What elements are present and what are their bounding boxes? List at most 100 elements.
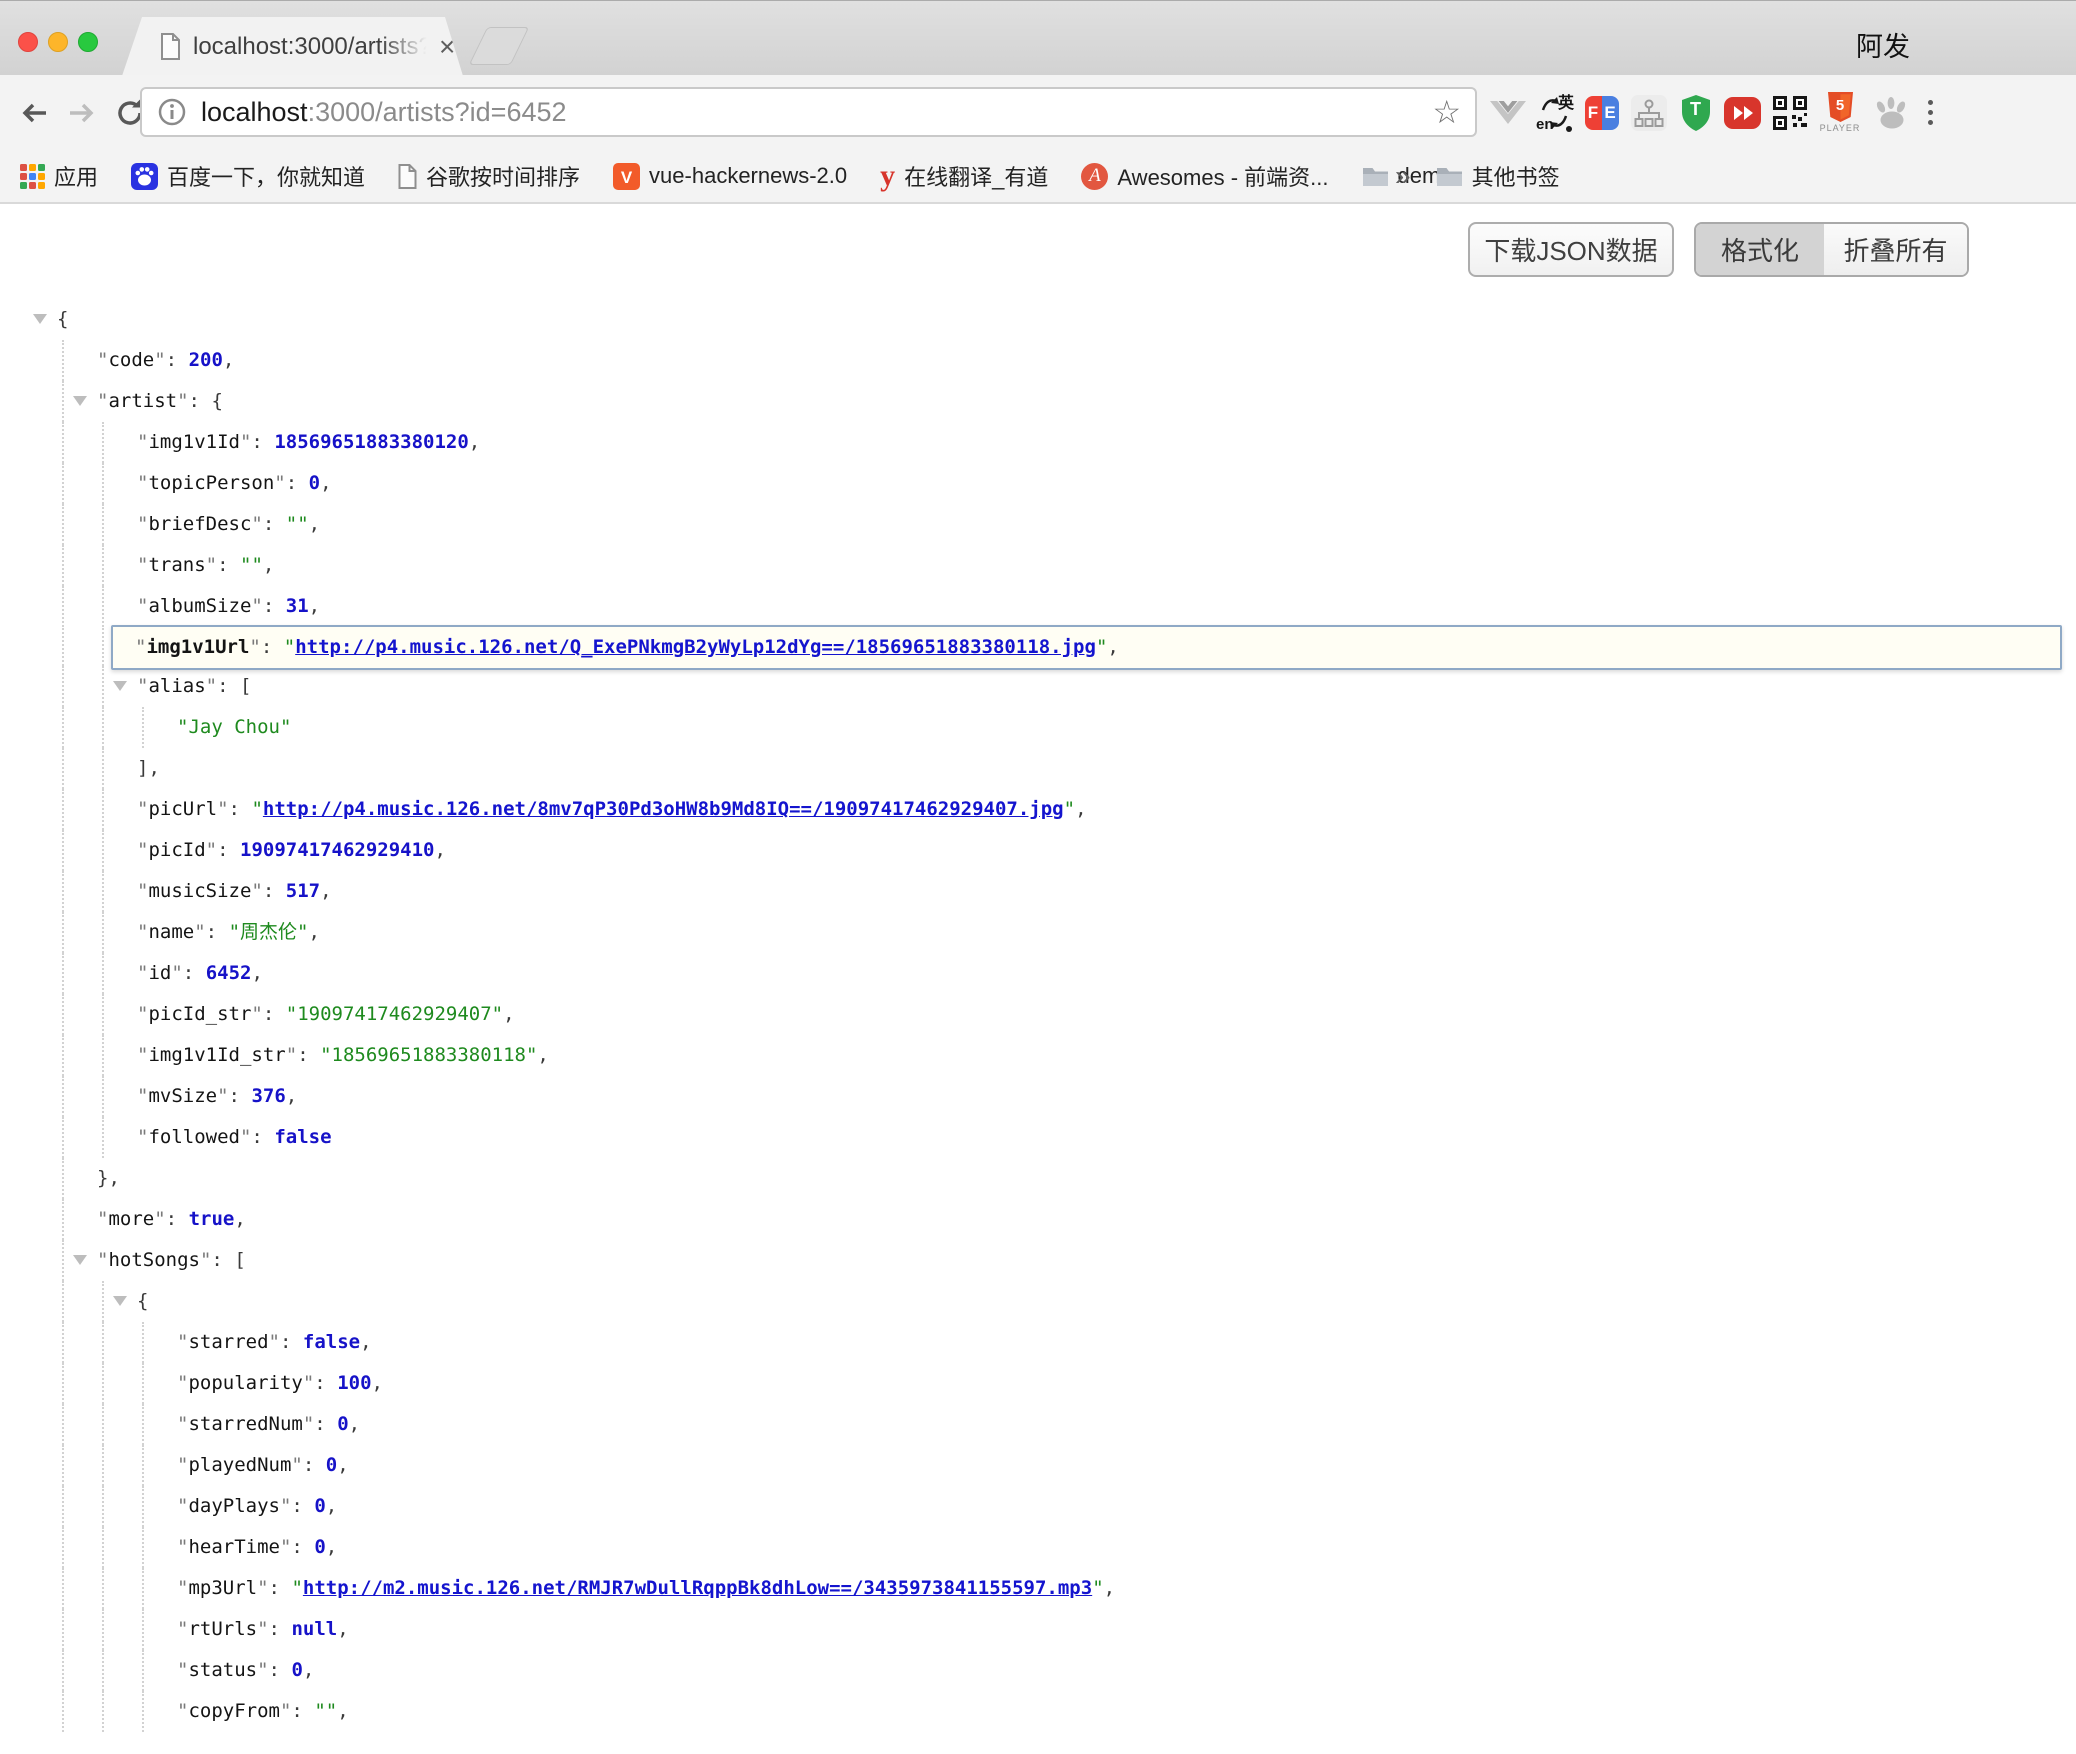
json-row: "playedNum": 0, [0, 1445, 2076, 1486]
bracket: { [211, 390, 222, 412]
bookmark-item[interactable]: AAwesomes - 前端资... [1081, 160, 1328, 192]
string-quote: " [284, 636, 295, 658]
json-key: rtUrls [188, 1618, 257, 1640]
indent-guide [102, 953, 104, 994]
json-row: "code": 200, [0, 340, 2076, 381]
tab-close-icon[interactable]: × [439, 33, 455, 61]
json-link[interactable]: http://p4.music.126.net/Q_ExePNkmgB2yWyL… [295, 636, 1096, 658]
paw-extension-icon[interactable] [1872, 90, 1909, 136]
indent-guide [102, 1281, 104, 1322]
indent-guide [142, 1609, 144, 1650]
bookmark-item[interactable]: y在线翻译_有道 [880, 160, 1048, 192]
key-quote: " [137, 595, 148, 617]
profile-name[interactable]: 阿发 [1856, 25, 1910, 64]
bookmark-item[interactable]: 百度一下，你就知道 [131, 160, 365, 192]
key-quote: " [97, 1208, 108, 1230]
json-row: "more": true, [0, 1199, 2076, 1240]
translate-extension-icon[interactable]: 英 en [1536, 90, 1573, 136]
qrcode-extension-icon[interactable] [1771, 90, 1808, 136]
json-row: "popularity": 100, [0, 1363, 2076, 1404]
other-bookmarks-folder[interactable]: 其他书签 [1436, 160, 1560, 192]
zoom-window-button[interactable] [78, 32, 98, 52]
forward-button[interactable] [62, 93, 102, 133]
indent-guide [62, 994, 64, 1035]
url-text[interactable]: localhost:3000/artists?id=6452 [201, 97, 567, 128]
new-tab-button[interactable] [469, 27, 530, 65]
collapse-all-button[interactable]: 折叠所有 [1824, 224, 1967, 275]
back-button[interactable] [14, 93, 54, 133]
format-button[interactable]: 格式化 [1696, 224, 1824, 275]
indent-guide [62, 1076, 64, 1117]
key-quote: " [251, 595, 262, 617]
bookmarks-overflow-chevron[interactable]: » [1395, 162, 1411, 190]
browser-tab[interactable]: localhost:3000/artists?id=6452 × [122, 17, 463, 76]
string-quote: " [291, 1577, 302, 1599]
key-quote: " [240, 431, 251, 453]
collapse-triangle-icon[interactable] [113, 1296, 127, 1313]
collapse-triangle-icon[interactable] [113, 681, 127, 698]
colon: : [280, 1331, 303, 1353]
key-quote: " [251, 513, 262, 535]
key-quote: " [274, 472, 285, 494]
json-value: "19097417462929407" [286, 1003, 503, 1025]
indent-guide [102, 1363, 104, 1404]
video-player-extension-icon[interactable] [1724, 90, 1761, 136]
key-quote: " [177, 1536, 188, 1558]
close-window-button[interactable] [18, 32, 38, 52]
key-quote: " [177, 1700, 188, 1722]
sitemap-extension-icon[interactable] [1630, 90, 1667, 136]
indent-guide [62, 1527, 64, 1568]
json-link[interactable]: http://m2.music.126.net/RMJR7wDullRqppBk… [303, 1577, 1092, 1599]
html5-player-extension-icon[interactable]: 5 PLAYER [1818, 90, 1862, 136]
key-quote: " [217, 798, 228, 820]
url-path: :3000/artists?id=6452 [308, 97, 567, 127]
indent-guide [102, 422, 104, 463]
collapse-triangle-icon[interactable] [73, 396, 87, 413]
comma: , [537, 1044, 548, 1066]
bookmark-item[interactable]: 应用 [20, 160, 98, 192]
comma: , [308, 921, 319, 943]
page-info-icon[interactable] [157, 97, 187, 127]
json-key: mp3Url [188, 1577, 257, 1599]
key-quote: " [177, 1331, 188, 1353]
address-bar[interactable]: localhost:3000/artists?id=6452 ☆ [140, 87, 1477, 137]
key-quote: " [251, 880, 262, 902]
minimize-window-button[interactable] [48, 32, 68, 52]
collapse-triangle-icon[interactable] [33, 314, 47, 331]
key-quote: " [206, 675, 217, 697]
collapse-triangle-icon[interactable] [73, 1255, 87, 1272]
bookmark-item[interactable]: Vvue-hackernews-2.0 [613, 163, 847, 190]
key-quote: " [137, 921, 148, 943]
bookmark-star-icon[interactable]: ☆ [1432, 96, 1461, 128]
key-quote: " [291, 1454, 302, 1476]
comma: , [372, 1372, 383, 1394]
key-quote: " [286, 1044, 297, 1066]
json-value: 0 [314, 1495, 325, 1517]
colon: : [217, 839, 240, 861]
comma: , [320, 472, 331, 494]
browser-menu-icon[interactable] [1919, 90, 1941, 136]
download-json-button[interactable]: 下载JSON数据 [1468, 222, 1674, 277]
comma: , [223, 349, 234, 371]
key-quote: " [177, 1618, 188, 1640]
bookmark-label: 谷歌按时间排序 [426, 160, 580, 192]
bookmark-item[interactable]: 谷歌按时间排序 [398, 160, 580, 192]
colon: : [251, 431, 274, 453]
json-value: 100 [337, 1372, 371, 1394]
colon: : [229, 1085, 252, 1107]
tab-title-wrap: localhost:3000/artists?id=6452 [193, 33, 435, 61]
key-quote: " [217, 1085, 228, 1107]
json-row: "albumSize": 31, [0, 586, 2076, 627]
json-link[interactable]: http://p4.music.126.net/8mv7qP30Pd3oHW8b… [263, 798, 1064, 820]
indent-guide [62, 463, 64, 504]
fe-extension-icon[interactable]: FE [1583, 90, 1620, 136]
comma: , [303, 1659, 314, 1681]
indent-guide [62, 830, 64, 871]
tab-strip: localhost:3000/artists?id=6452 × 阿发 [0, 0, 2076, 75]
shield-extension-icon[interactable]: T [1677, 90, 1714, 136]
string-quote: " [1096, 636, 1107, 658]
vue-devtools-extension-icon[interactable] [1489, 90, 1526, 136]
json-key: id [148, 962, 171, 984]
indent-guide [102, 707, 104, 748]
json-row: "id": 6452, [0, 953, 2076, 994]
